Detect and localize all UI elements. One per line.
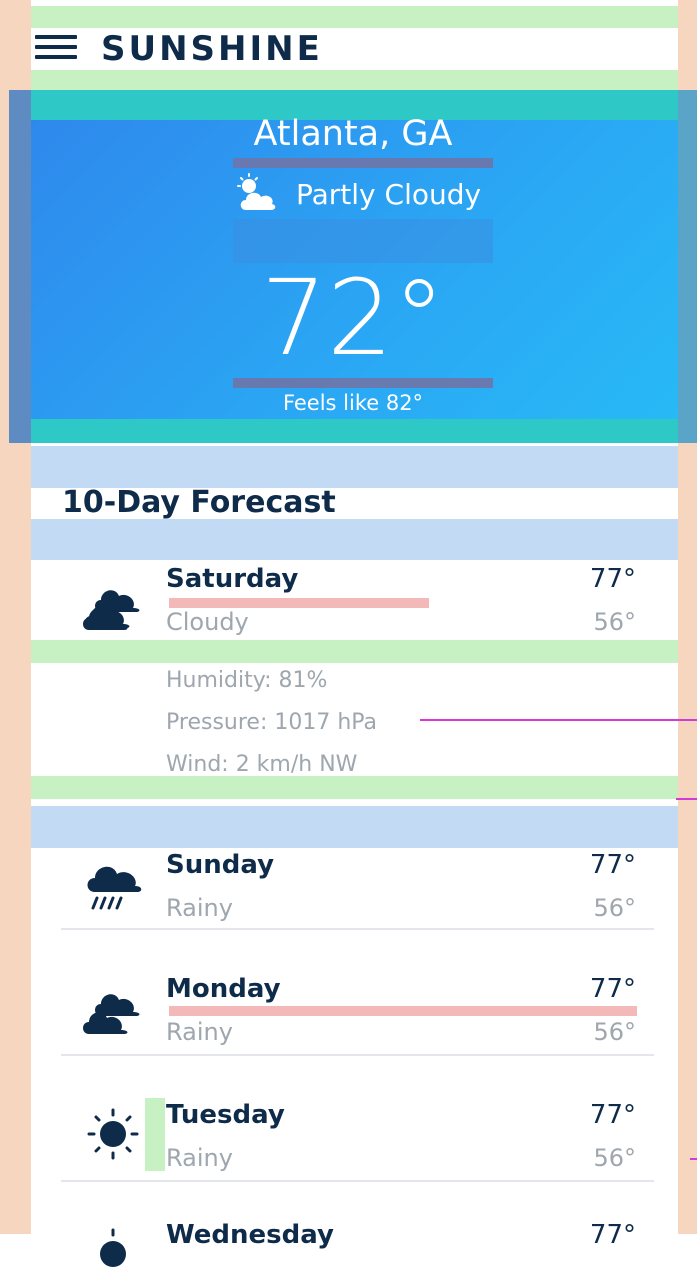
overlay-bar	[233, 378, 493, 388]
feels-like: Feels like 82°	[282, 391, 424, 415]
current-weather-hero: Atlanta, GA Partly Cloudy 72° Feels like…	[9, 90, 697, 443]
rain-icon	[87, 866, 142, 910]
forecast-day-row[interactable]: Tuesday Rainy 77° 56°	[31, 1098, 678, 1182]
day-high-temp: 77°	[589, 1100, 636, 1130]
current-temperature: 72°	[260, 257, 446, 379]
sun-icon	[100, 1228, 126, 1267]
city-name: Atlanta, GA	[253, 114, 453, 154]
forecast-day-row[interactable]: Sunday Rainy 77° 56°	[31, 848, 678, 930]
row-divider	[61, 928, 654, 930]
day-low-temp: 56°	[593, 894, 636, 922]
overlay-bar	[169, 598, 429, 608]
overlay-bar	[169, 1006, 637, 1016]
sun-icon	[87, 1108, 139, 1160]
day-name: Sunday	[166, 850, 275, 880]
overlay-line	[690, 1158, 697, 1160]
day-high-temp: 77°	[589, 850, 636, 880]
day-low-temp: 56°	[593, 1018, 636, 1046]
section-highlight	[31, 446, 678, 488]
day-condition: Cloudy	[166, 608, 249, 636]
overlay-bar	[233, 158, 493, 168]
row-divider	[61, 1180, 654, 1182]
hamburger-menu-icon[interactable]	[35, 32, 77, 62]
overlay-highlight	[145, 1098, 165, 1171]
pressure-detail: Pressure: 1017 hPa	[166, 710, 378, 735]
menu-bar-icon	[35, 55, 77, 59]
day-name: Saturday	[166, 564, 299, 594]
row-divider	[61, 1054, 654, 1056]
day-name: Tuesday	[166, 1100, 285, 1130]
app-header: SUNSHINE	[31, 28, 678, 70]
brand-logo[interactable]: SUNSHINE	[101, 28, 323, 70]
details-highlight	[31, 776, 678, 799]
day-high-temp: 77°	[589, 974, 636, 1004]
section-highlight	[31, 519, 678, 560]
day-high-temp: 77°	[589, 564, 636, 594]
header-bottom-highlight	[31, 70, 678, 90]
day-name: Wednesday	[166, 1220, 334, 1250]
day-low-temp: 56°	[593, 608, 636, 636]
condition-label: Partly Cloudy	[296, 177, 482, 211]
day-details: Humidity: 81% Pressure: 1017 hPa Wind: 2…	[166, 660, 377, 786]
humidity-detail: Humidity: 81%	[166, 668, 328, 693]
cloudy-icon	[83, 994, 140, 1034]
menu-bar-icon	[35, 35, 77, 39]
day-condition: Rainy	[166, 894, 233, 922]
forecast-day-row[interactable]: Wednesday 77°	[31, 1218, 678, 1267]
overlay-line	[420, 719, 697, 721]
day-condition: Rainy	[166, 1018, 233, 1046]
day-name: Monday	[166, 974, 281, 1004]
menu-bar-icon	[35, 45, 77, 49]
header-top-highlight	[31, 6, 678, 28]
current-condition: Partly Cloudy	[234, 172, 494, 216]
hero-bottom-band	[31, 419, 678, 443]
section-highlight	[31, 806, 678, 848]
day-low-temp: 56°	[593, 1144, 636, 1172]
overlay-line	[676, 798, 697, 800]
partly-cloudy-icon	[237, 173, 276, 210]
forecast-title: 10-Day Forecast	[62, 485, 336, 520]
day-high-temp: 77°	[589, 1220, 636, 1250]
day-condition: Rainy	[166, 1144, 233, 1172]
cloudy-icon	[83, 590, 140, 630]
